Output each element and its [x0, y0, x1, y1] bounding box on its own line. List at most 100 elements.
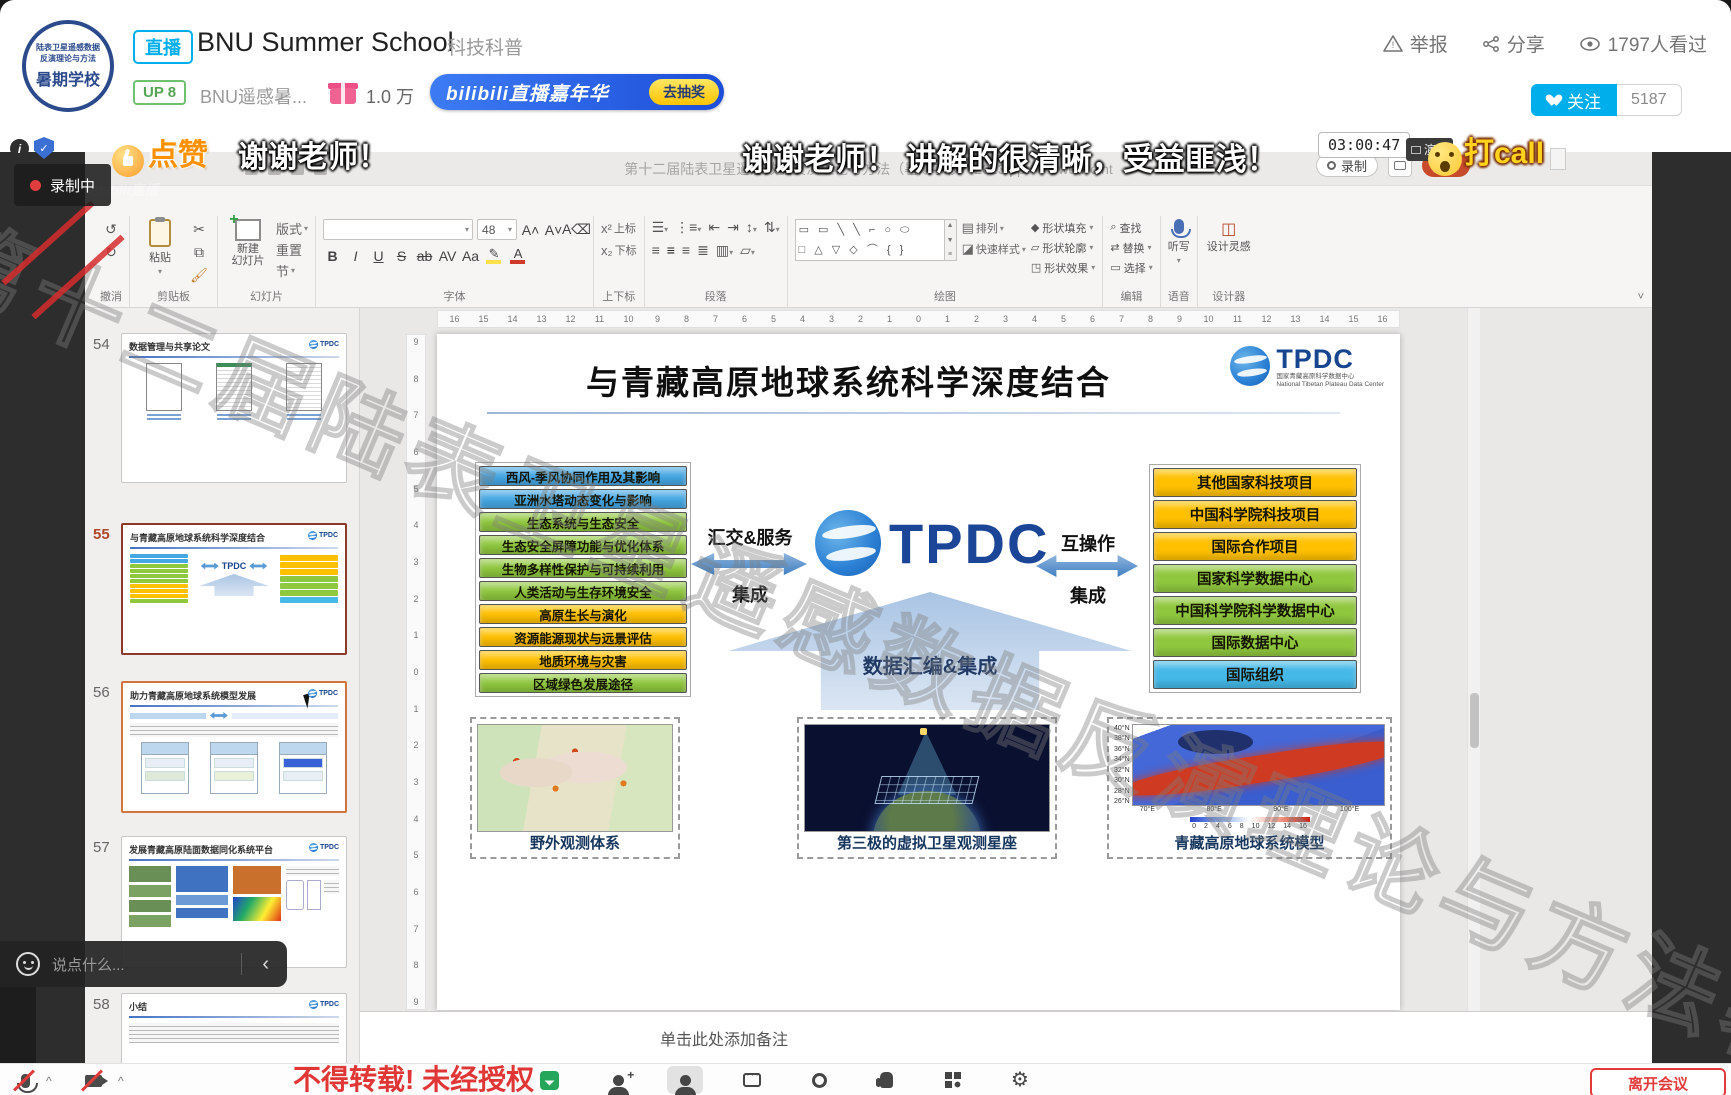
group-label-supsub: 上下标 — [602, 287, 635, 307]
mute-microphone-button[interactable] — [12, 1068, 38, 1094]
format-painter-button[interactable]: 🖌 — [188, 265, 210, 285]
subscript-button[interactable]: x₂下标 — [601, 241, 637, 259]
shrink-font-button[interactable]: A˅ — [544, 220, 563, 239]
dictate-button[interactable]: 听写 — [1168, 238, 1190, 254]
share-button[interactable]: 分享 — [1482, 30, 1545, 57]
group-label-editing: 编辑 — [1121, 287, 1143, 307]
record-meeting-button[interactable] — [801, 1066, 837, 1094]
eye-icon — [1579, 36, 1601, 52]
raise-hand-button[interactable] — [868, 1066, 904, 1094]
camera-button[interactable] — [80, 1068, 106, 1094]
new-slide-button[interactable]: 新建 幻灯片 — [225, 219, 271, 267]
collapse-chat-button[interactable]: ‹ — [254, 953, 277, 976]
font-color-button[interactable]: A — [508, 246, 528, 265]
notes-pane[interactable]: 单击此处添加备注 — [360, 1011, 1652, 1063]
project-box: 其他国家科技项目 — [1153, 468, 1357, 497]
shape-fill-button[interactable]: ◆ 形状填充▾ — [1031, 219, 1095, 236]
underline-button[interactable]: U — [369, 246, 388, 265]
camera-options-caret[interactable]: ^ — [118, 1074, 124, 1088]
player-info-icon[interactable]: i — [10, 139, 29, 158]
change-case-button[interactable]: Aa — [461, 246, 480, 265]
superscript-button[interactable]: x²上标 — [601, 219, 636, 237]
scrollbar-thumb[interactable] — [1470, 693, 1479, 748]
align-right-button[interactable]: ≡ — [682, 242, 690, 259]
replace-button[interactable]: ⇄ 替换▾ — [1110, 239, 1151, 256]
settings-button[interactable]: ⚙ — [1002, 1066, 1038, 1094]
leave-meeting-button[interactable]: 离开会议 — [1590, 1068, 1726, 1095]
find-button[interactable]: ⌕ 查找 — [1110, 219, 1141, 236]
layout-button[interactable]: 版式▾ — [276, 219, 308, 237]
select-button[interactable]: ▭ 选择▾ — [1110, 259, 1152, 276]
line-spacing-button[interactable]: ↕▾ — [746, 219, 757, 236]
clear-format-button[interactable]: A⌫ — [567, 220, 586, 239]
align-left-button[interactable]: ≡ — [652, 242, 660, 259]
danmaku-input[interactable]: 说点什么... — [52, 954, 229, 975]
follow-button[interactable]: 关注 — [1531, 84, 1617, 116]
stream-category[interactable]: 科技科普 — [447, 33, 523, 60]
uploader-name[interactable]: BNU遥感暑... — [200, 83, 307, 109]
call-danmaku: 打call — [1428, 128, 1566, 176]
arrange-button[interactable]: ▤ 排列▾ — [962, 219, 1026, 237]
apps-button[interactable] — [935, 1066, 971, 1094]
italic-button[interactable]: I — [346, 246, 365, 265]
shape-gallery[interactable]: ▭ ▭ ╲ ╲ ⌐ ○ ⬭ □ △ ▽ ◇ ⌒ { } — [795, 219, 945, 261]
smartart-button[interactable]: ▱▾ — [740, 242, 755, 259]
text-shadow-button[interactable]: ab — [415, 246, 434, 265]
paste-button[interactable]: 粘贴▾ — [137, 219, 183, 276]
align-center-button[interactable]: ≡ — [667, 242, 675, 259]
virtual-constellation-panel: 第三极的虚拟卫星观测星座 — [797, 717, 1057, 859]
outdent-button[interactable]: ⇤ — [708, 219, 720, 236]
slide-thumbnail-56[interactable]: 助力青藏高原地球系统模型发展 TPDC — [121, 681, 347, 813]
section-button[interactable]: 节▾ — [276, 261, 308, 279]
participants-button[interactable] — [667, 1066, 703, 1094]
danmaku-input-bar[interactable]: 说点什么... ‹ — [0, 941, 287, 987]
indent-button[interactable]: ⇥ — [727, 219, 739, 236]
carnival-banner[interactable]: bilibili直播嘉年华 去抽奖 — [430, 74, 724, 110]
char-spacing-button[interactable]: AV — [438, 246, 457, 265]
bullets-button[interactable]: ☰▾ — [652, 219, 669, 236]
grow-font-button[interactable]: A˄ — [521, 220, 540, 239]
cut-button[interactable]: ✂ — [188, 219, 210, 239]
microphone-options-caret[interactable]: ^ — [46, 1074, 52, 1088]
copy-button[interactable]: ⧉ — [188, 242, 210, 262]
left-double-arrow — [691, 553, 807, 575]
follow-count: 5187 — [1617, 84, 1682, 116]
quick-styles-button[interactable]: ◪ 快速样式▾ — [962, 240, 1026, 258]
text-direction-button[interactable]: ⇅▾ — [764, 219, 780, 236]
designer-button[interactable]: 设计灵感 — [1205, 241, 1253, 254]
chat-button[interactable] — [734, 1066, 770, 1094]
project-box: 中国科学院科学数据中心 — [1153, 596, 1357, 625]
field-observation-map — [477, 724, 673, 832]
hub-right-bottom-label: 集成 — [1038, 582, 1138, 608]
shape-outline-button[interactable]: ▱ 形状轮廓▾ — [1031, 239, 1095, 256]
shield-icon[interactable]: ✓ — [34, 137, 54, 159]
project-box: 国际数据中心 — [1153, 628, 1357, 657]
editor-vertical-scrollbar[interactable] — [1467, 308, 1480, 1011]
font-name-combo[interactable]: ▾ — [323, 219, 473, 240]
lottery-button[interactable]: 去抽奖 — [649, 79, 719, 105]
bold-button[interactable]: B — [323, 246, 342, 265]
live-video-player[interactable]: 第十二届陆表卫星遥感数据反演理论与方法（暑期学校）2023.ppt - Powe… — [0, 152, 1731, 1063]
invite-button[interactable]: + — [600, 1066, 636, 1094]
reset-button[interactable]: 重置 — [276, 240, 308, 258]
justify-button[interactable]: ≣ — [697, 242, 709, 259]
screen-share-button[interactable] — [540, 1071, 559, 1090]
columns-button[interactable]: ▥▾ — [716, 242, 733, 259]
collapse-ribbon-button[interactable]: ˅ — [1638, 291, 1644, 303]
plus-icon: + — [627, 1068, 634, 1082]
report-button[interactable]: ! 举报 — [1383, 30, 1448, 57]
streamer-avatar[interactable]: 陆表卫星遥感数据 反演理论与方法 暑期学校 — [22, 20, 114, 112]
slide-canvas[interactable]: 与青藏高原地球系统科学深度结合 TPDC 国家青藏高原科学数据中心 Nation… — [437, 334, 1400, 1010]
slide-thumbnail-54[interactable]: 数据管理与共享论文 TPDC BAMS — [121, 333, 347, 483]
projects-column: 其他国家科技项目中国科学院科技项目国际合作项目国家科学数据中心中国科学院科学数据… — [1149, 464, 1361, 693]
emoji-icon[interactable] — [16, 952, 40, 976]
font-size-combo[interactable]: 48▾ — [477, 219, 517, 240]
slide-thumbnail-55-selected[interactable]: 与青藏高原地球系统科学深度结合 TPDC TPDC — [121, 523, 347, 655]
numbering-button[interactable]: ⋮≡▾ — [675, 219, 701, 236]
strikethrough-button[interactable]: S — [392, 246, 411, 265]
thumbnail-sketch: BAMS — [129, 363, 339, 420]
highlight-color-button[interactable]: ✎ — [484, 246, 504, 265]
slide-thumbnail-58[interactable]: 小结 TPDC — [121, 993, 347, 1063]
shape-effects-button[interactable]: ◳ 形状效果▾ — [1031, 259, 1095, 276]
shape-gallery-scroll[interactable]: ▲▼≡ — [945, 219, 957, 261]
